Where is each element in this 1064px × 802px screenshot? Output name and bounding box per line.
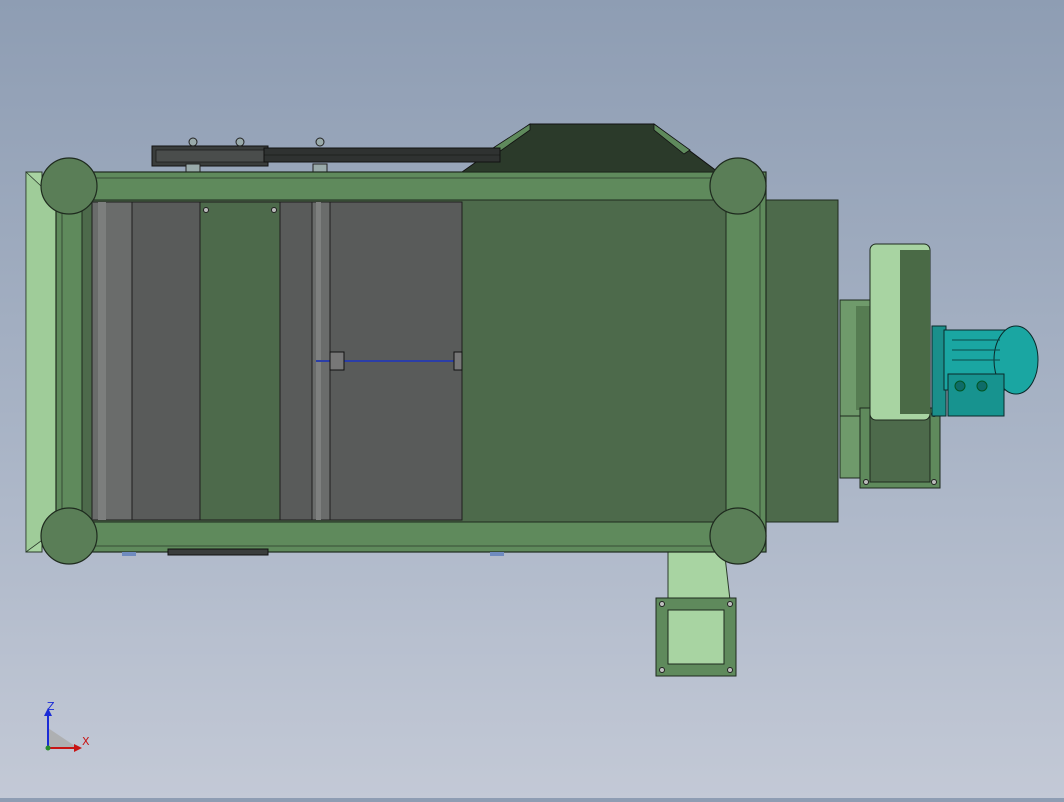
roller-icon[interactable] xyxy=(91,201,133,521)
electric-motor-icon[interactable] xyxy=(931,325,1039,417)
model-viewport[interactable]: Z X xyxy=(0,0,1064,798)
z-axis-label: Z xyxy=(47,700,55,713)
belt-drive-icon[interactable] xyxy=(151,137,501,173)
x-axis-label: X xyxy=(82,735,90,748)
discharge-chute-icon[interactable] xyxy=(655,547,737,677)
axis-triad: Z X xyxy=(40,698,100,758)
machine-assembly-icon xyxy=(25,123,1039,677)
fan-housing-icon[interactable] xyxy=(839,243,941,489)
